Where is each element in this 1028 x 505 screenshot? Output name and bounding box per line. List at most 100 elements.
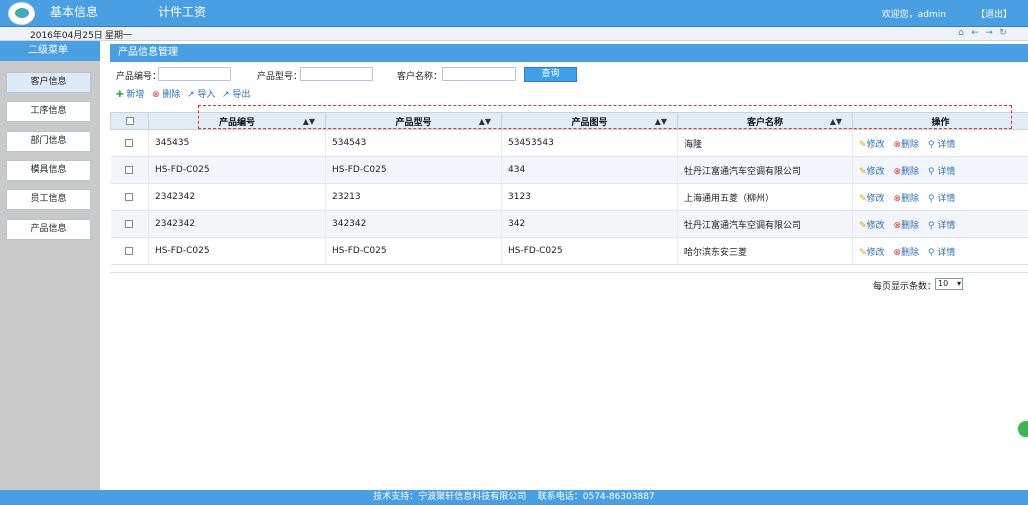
select-all-checkbox-cell[interactable]	[110, 112, 149, 130]
sort-icon[interactable]: ▲▼	[303, 117, 315, 126]
customer-name-input[interactable]	[442, 67, 516, 81]
arrow-right-icon[interactable]: →	[984, 28, 994, 38]
edit-link[interactable]: ✎修改	[859, 194, 885, 204]
delete-link[interactable]: ⊗删除	[893, 167, 919, 177]
col-product-model[interactable]: 产品型号 ▲▼	[325, 112, 502, 130]
row-checkbox-cell[interactable]	[110, 183, 149, 211]
col-product-model-label: 产品型号	[395, 117, 432, 128]
row-checkbox[interactable]	[125, 165, 134, 174]
delete-link[interactable]: ⊗删除	[893, 248, 919, 258]
sort-icon[interactable]: ▲▼	[830, 117, 842, 126]
delete-label: 删除	[162, 90, 181, 100]
edit-link[interactable]: ✎修改	[859, 221, 885, 231]
row-checkbox-cell[interactable]	[110, 237, 149, 265]
home-icon[interactable]: ⌂	[956, 28, 966, 38]
page-size-select[interactable]: 10	[935, 278, 963, 290]
edit-link[interactable]: ✎修改	[859, 167, 885, 177]
logout-link[interactable]: 【退出】	[976, 7, 1012, 20]
sidebar-item-product[interactable]: 产品信息	[6, 219, 91, 240]
import-label: 导入	[197, 90, 216, 100]
logo-icon	[8, 2, 35, 25]
cell-product-model: HS-FD-C025	[325, 237, 502, 265]
select-all-checkbox[interactable]	[125, 116, 134, 125]
search-button[interactable]: 查询	[524, 67, 577, 82]
import-button[interactable]: ↗ 导入	[187, 87, 215, 100]
cell-drawing-no: 434	[501, 156, 678, 184]
details-link[interactable]: ⚲ 详情	[928, 140, 955, 150]
plus-icon: ✚	[116, 90, 124, 100]
row-checkbox[interactable]	[125, 192, 134, 201]
table-row: HS-FD-C025 HS-FD-C025 434 牡丹江富通汽车空调有限公司 …	[110, 156, 1028, 184]
edit-label: 修改	[866, 166, 885, 177]
cell-customer-name: 上海通用五菱（柳州）	[677, 183, 853, 211]
refresh-icon[interactable]: ↻	[998, 28, 1008, 38]
cell-drawing-no: HS-FD-C025	[501, 237, 678, 265]
sidebar-item-process[interactable]: 工序信息	[6, 101, 91, 122]
col-customer-name-label: 客户名称	[746, 117, 783, 128]
delete-link[interactable]: ⊗删除	[893, 140, 919, 150]
edit-link[interactable]: ✎修改	[859, 248, 885, 258]
cell-product-no: 2342342	[148, 210, 326, 238]
cell-product-model: 342342	[325, 210, 502, 238]
magnifier-icon: ⚲	[927, 166, 935, 177]
edit-link[interactable]: ✎修改	[859, 140, 885, 150]
delete-label: 删除	[900, 139, 919, 150]
main-panel: 产品信息管理 产品编号： 产品型号： 客户名称： 查询 ✚ 新增 ⊗ 删除 ↗ …	[110, 44, 1028, 490]
sidebar-item-customer[interactable]: 客户信息	[6, 72, 91, 93]
row-checkbox-cell[interactable]	[110, 210, 149, 238]
delete-icon: ⊗	[152, 90, 160, 100]
pencil-icon: ✎	[859, 166, 867, 177]
details-link[interactable]: ⚲ 详情	[928, 194, 955, 204]
row-checkbox[interactable]	[125, 219, 134, 228]
col-customer-name[interactable]: 客户名称 ▲▼	[677, 112, 853, 130]
sort-icon[interactable]: ▲▼	[655, 117, 667, 126]
delete-link[interactable]: ⊗删除	[893, 221, 919, 231]
cell-product-no: 2342342	[148, 183, 326, 211]
delete-button[interactable]: ⊗ 删除	[152, 87, 180, 100]
export-button[interactable]: ↗ 导出	[222, 87, 250, 100]
import-icon: ↗	[187, 90, 195, 100]
col-drawing-no[interactable]: 产品图号 ▲▼	[501, 112, 678, 130]
col-product-no-label: 产品编号	[218, 117, 255, 128]
product-model-input[interactable]	[300, 67, 373, 81]
add-button[interactable]: ✚ 新增	[116, 87, 144, 100]
pencil-icon: ✎	[859, 193, 867, 204]
details-label: 详情	[937, 139, 956, 150]
details-link[interactable]: ⚲ 详情	[928, 167, 955, 177]
nav-basic-info[interactable]: 基本信息	[50, 3, 98, 20]
row-checkbox-cell[interactable]	[110, 129, 149, 157]
row-checkbox[interactable]	[125, 138, 134, 147]
sidebar-item-department[interactable]: 部门信息	[6, 131, 91, 152]
product-no-input[interactable]	[158, 67, 231, 81]
details-label: 详情	[937, 247, 956, 258]
cell-customer-name: 牡丹江富通汽车空调有限公司	[677, 210, 853, 238]
sidebar: 二级菜单 客户信息 工序信息 部门信息 模具信息 员工信息 产品信息	[0, 41, 100, 490]
cell-product-no: 345435	[148, 129, 326, 157]
delete-icon: ⊗	[893, 247, 901, 258]
magnifier-icon: ⚲	[927, 247, 935, 258]
col-actions: 操作	[852, 112, 1028, 130]
nav-piece-wage[interactable]: 计件工资	[158, 3, 206, 20]
details-label: 详情	[937, 166, 956, 177]
details-link[interactable]: ⚲ 详情	[928, 221, 955, 231]
pencil-icon: ✎	[859, 220, 867, 231]
cell-product-no: HS-FD-C025	[148, 156, 326, 184]
delete-link[interactable]: ⊗删除	[893, 194, 919, 204]
delete-label: 删除	[900, 193, 919, 204]
col-product-no[interactable]: 产品编号 ▲▼	[148, 112, 326, 130]
sidebar-item-employee[interactable]: 员工信息	[6, 189, 91, 210]
sidebar-title: 二级菜单	[0, 41, 100, 61]
customer-name-label: 客户名称：	[397, 72, 443, 82]
product-no-label: 产品编号：	[116, 72, 162, 82]
arrow-left-icon[interactable]: ←	[970, 28, 980, 38]
cell-actions: ✎修改 ⊗删除 ⚲ 详情	[852, 129, 1028, 157]
sidebar-item-mold[interactable]: 模具信息	[6, 160, 91, 181]
delete-icon: ⊗	[893, 193, 901, 204]
delete-icon: ⊗	[893, 166, 901, 177]
date-text: 2016年04月25日	[30, 31, 103, 41]
toolbar-icons: ⌂ ← → ↻	[956, 28, 1008, 38]
details-link[interactable]: ⚲ 详情	[928, 248, 955, 258]
row-checkbox[interactable]	[125, 246, 134, 255]
sort-icon[interactable]: ▲▼	[479, 117, 491, 126]
row-checkbox-cell[interactable]	[110, 156, 149, 184]
